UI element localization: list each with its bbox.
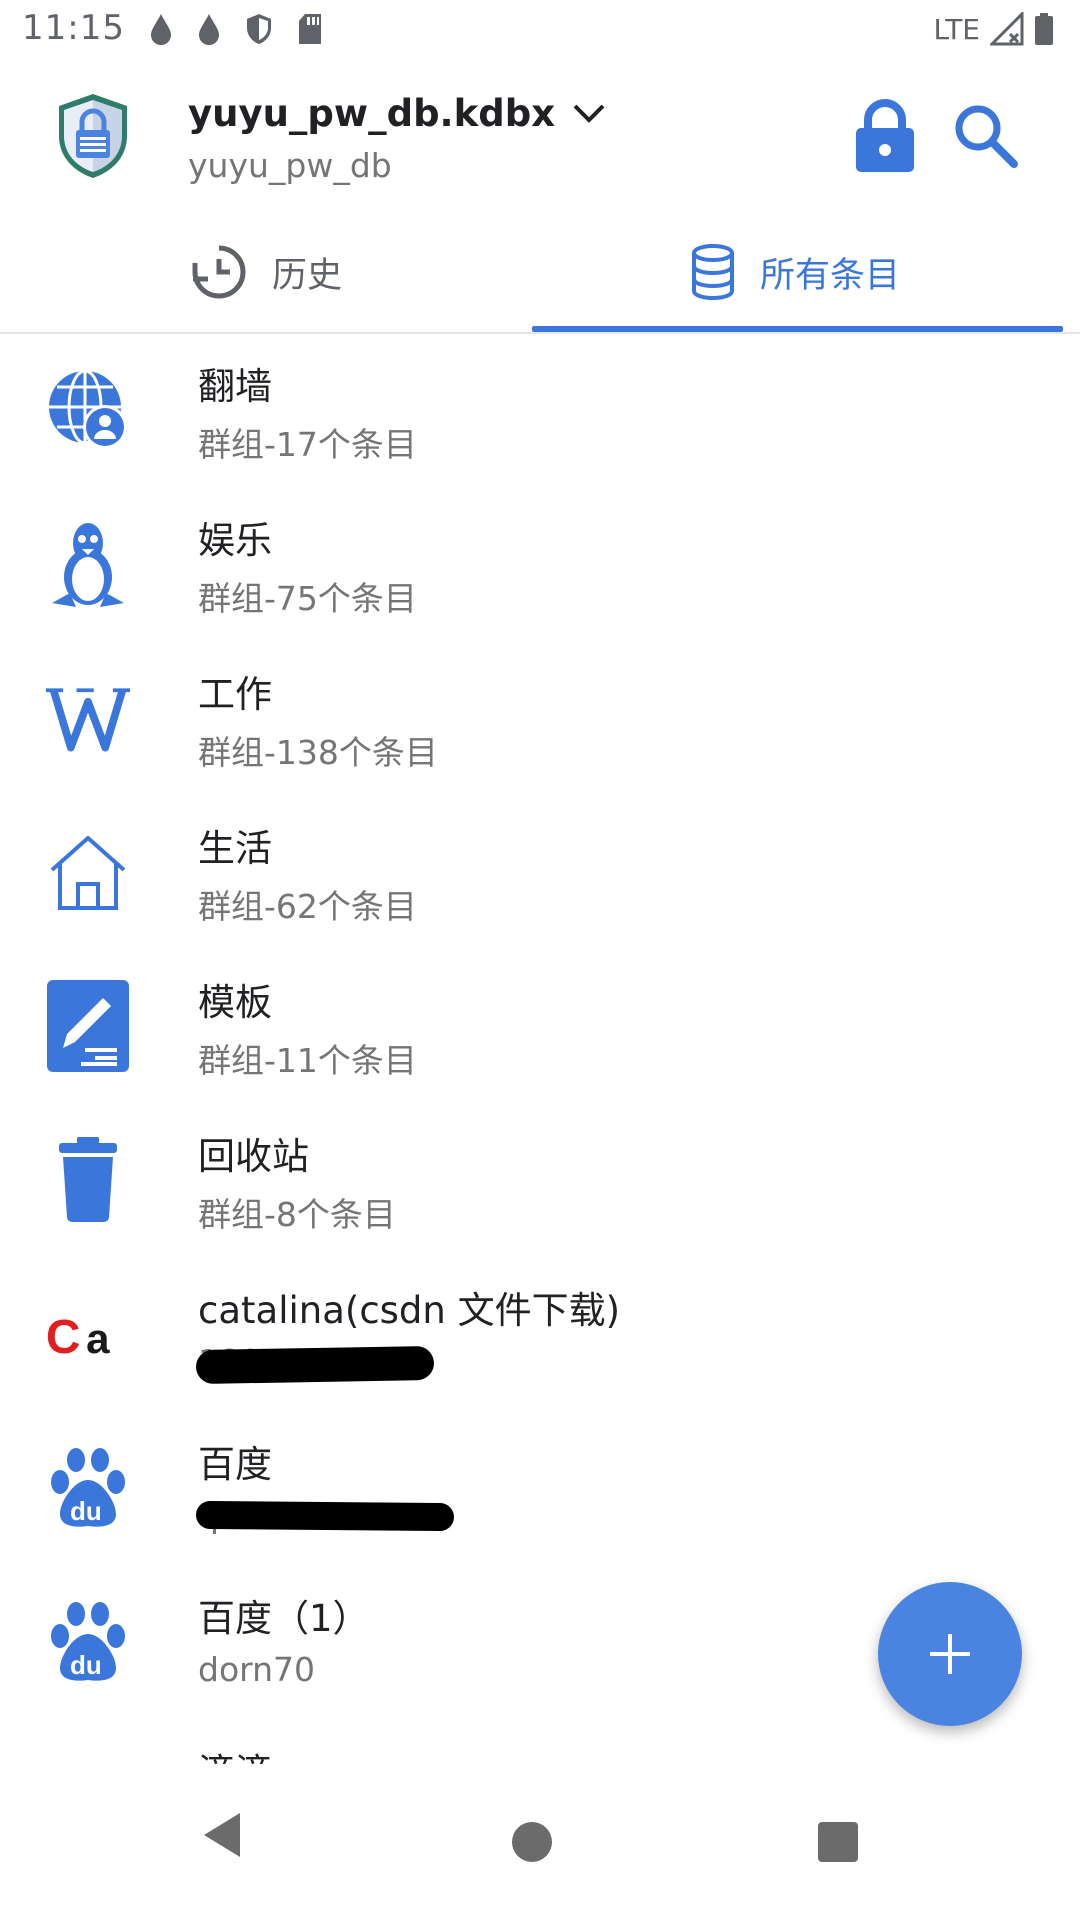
home-button[interactable] xyxy=(512,1822,552,1862)
globe-user-icon xyxy=(49,369,127,449)
drop-icon xyxy=(151,14,171,45)
list-item[interactable]: 娱乐 群组-75个条目 xyxy=(0,488,1080,642)
tab-all-entries[interactable]: 所有条目 xyxy=(690,212,900,332)
svg-text:du: du xyxy=(70,1496,102,1526)
trash-icon xyxy=(59,1137,117,1222)
list-item[interactable]: 回收站 群组-8个条目 xyxy=(0,1104,1080,1258)
list-item[interactable]: 生活 群组-62个条目 xyxy=(0,796,1080,950)
item-subtitle: 群组-17个条目 xyxy=(198,425,417,464)
item-title: 百度（1） xyxy=(198,1597,370,1640)
search-icon[interactable] xyxy=(950,100,1022,172)
item-subtitle: 群组-138个条目 xyxy=(198,733,438,772)
database-name: yuyu_pw_db.kdbx xyxy=(188,92,556,135)
drop-icon xyxy=(199,14,219,45)
status-system-icons: LTE xyxy=(933,12,1054,46)
baidu-paw-icon: du xyxy=(51,1448,125,1527)
item-title: 滴滴 xyxy=(198,1742,272,1764)
item-subtitle: 群组-8个条目 xyxy=(198,1195,396,1234)
wikipedia-w-icon xyxy=(45,688,131,752)
database-subtitle: yuyu_pw_db xyxy=(188,146,392,185)
item-title: 回收站 xyxy=(198,1135,309,1178)
selected-tab-indicator xyxy=(532,326,1063,332)
item-title: 百度 xyxy=(198,1443,272,1486)
item-title: catalina(csdn 文件下载) xyxy=(198,1289,621,1332)
penguin-icon xyxy=(52,523,124,607)
history-clock-icon xyxy=(192,245,246,299)
shield-icon xyxy=(247,14,271,44)
didi-icon xyxy=(48,1748,128,1764)
entry-list[interactable]: 翻墙 群组-17个条目 娱乐 群组-75个条目 工作 群组-138个条目 生活 … xyxy=(0,334,1080,1764)
lock-icon[interactable] xyxy=(852,96,918,174)
toolbar xyxy=(0,62,1080,212)
network-type: LTE xyxy=(933,12,980,46)
recents-button[interactable] xyxy=(818,1822,858,1862)
keepass-shield-icon xyxy=(59,94,127,178)
chevron-down-icon xyxy=(573,104,605,123)
item-subtitle: 群组-62个条目 xyxy=(198,887,417,926)
database-selector[interactable]: yuyu_pw_db.kdbx xyxy=(188,92,607,135)
list-item[interactable]: 翻墙 群组-17个条目 xyxy=(0,334,1080,488)
item-title: 娱乐 xyxy=(198,519,272,562)
list-item[interactable]: du 百度 qi xyxy=(0,1412,1080,1566)
list-item[interactable]: 模板 群组-11个条目 xyxy=(0,950,1080,1104)
ca-logo-icon: C a xyxy=(46,1311,110,1362)
item-title: 工作 xyxy=(198,673,272,716)
item-title: 模板 xyxy=(198,981,272,1024)
item-subtitle: dorn70 xyxy=(198,1650,316,1689)
tab-history[interactable]: 历史 xyxy=(190,212,342,332)
signal-icon xyxy=(990,12,1024,46)
plus-icon xyxy=(930,1634,970,1674)
edit-document-icon xyxy=(47,980,129,1072)
redaction-mark xyxy=(195,1345,435,1385)
battery-icon xyxy=(1035,13,1053,45)
svg-text:a: a xyxy=(86,1315,110,1362)
tab-bar: 历史 所有条目 xyxy=(0,212,1080,334)
add-entry-button[interactable] xyxy=(878,1582,1022,1726)
list-item[interactable]: 工作 群组-138个条目 xyxy=(0,642,1080,796)
tab-all-entries-label: 所有条目 xyxy=(760,255,901,296)
status-notification-icons xyxy=(148,12,324,46)
list-item[interactable]: C a catalina(csdn 文件下载) 1805 xyxy=(0,1258,1080,1412)
database-icon xyxy=(692,244,734,300)
item-title: 翻墙 xyxy=(198,365,272,408)
baidu-paw-icon: du xyxy=(51,1602,125,1681)
tab-history-label: 历史 xyxy=(272,255,343,296)
item-subtitle: 群组-75个条目 xyxy=(198,579,417,618)
navigation-bar xyxy=(0,1770,1080,1920)
status-bar: 11:15 LTE xyxy=(0,0,1080,62)
status-time: 11:15 xyxy=(22,8,125,48)
home-icon xyxy=(50,836,126,910)
sd-card-icon xyxy=(299,14,321,44)
svg-text:C: C xyxy=(46,1311,81,1362)
svg-text:du: du xyxy=(70,1650,102,1680)
item-title: 生活 xyxy=(198,827,272,870)
list-item[interactable]: 滴滴 xyxy=(0,1720,1080,1764)
redaction-mark xyxy=(195,1500,455,1532)
back-icon[interactable] xyxy=(200,1810,244,1860)
item-subtitle: 群组-11个条目 xyxy=(198,1041,417,1080)
